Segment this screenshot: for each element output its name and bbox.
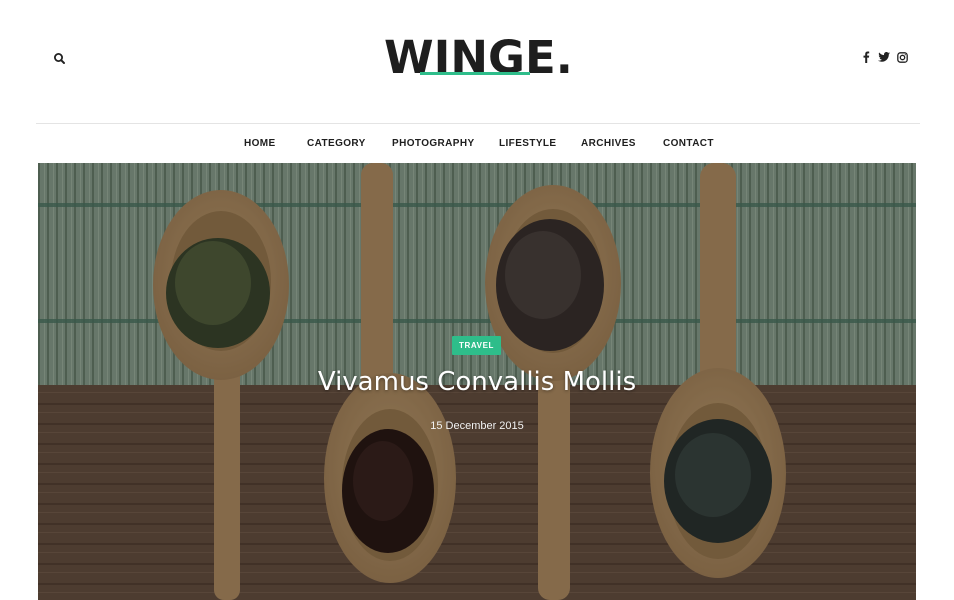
main-navigation: HOME CATEGORY PHOTOGRAPHY LIFESTYLE ARCH… [0,124,954,163]
logo-text: WINGE [384,31,556,84]
featured-post[interactable]: TRAVEL Vivamus Convallis Mollis 15 Decem… [38,163,916,600]
nav-item-category[interactable]: CATEGORY [307,138,366,149]
post-title[interactable]: Vivamus Convallis Mollis [38,367,916,397]
search-icon[interactable] [52,51,68,67]
facebook-icon[interactable] [857,50,875,64]
site-logo[interactable]: WINGE. [384,32,573,84]
post-date: 15 December 2015 [430,420,524,432]
nav-item-contact[interactable]: CONTACT [663,138,714,149]
nav-item-photography[interactable]: PHOTOGRAPHY [392,138,475,149]
nav-item-archives[interactable]: ARCHIVES [581,138,636,149]
instagram-icon[interactable] [893,50,911,64]
twitter-icon[interactable] [875,50,893,64]
category-badge[interactable]: TRAVEL [452,336,502,355]
nav-item-lifestyle[interactable]: LIFESTYLE [499,138,557,149]
logo-accent-line [420,72,530,75]
social-links [857,50,911,64]
site-header: WINGE. [0,0,954,124]
logo-dot: . [555,31,573,84]
nav-item-home[interactable]: HOME [244,138,276,149]
